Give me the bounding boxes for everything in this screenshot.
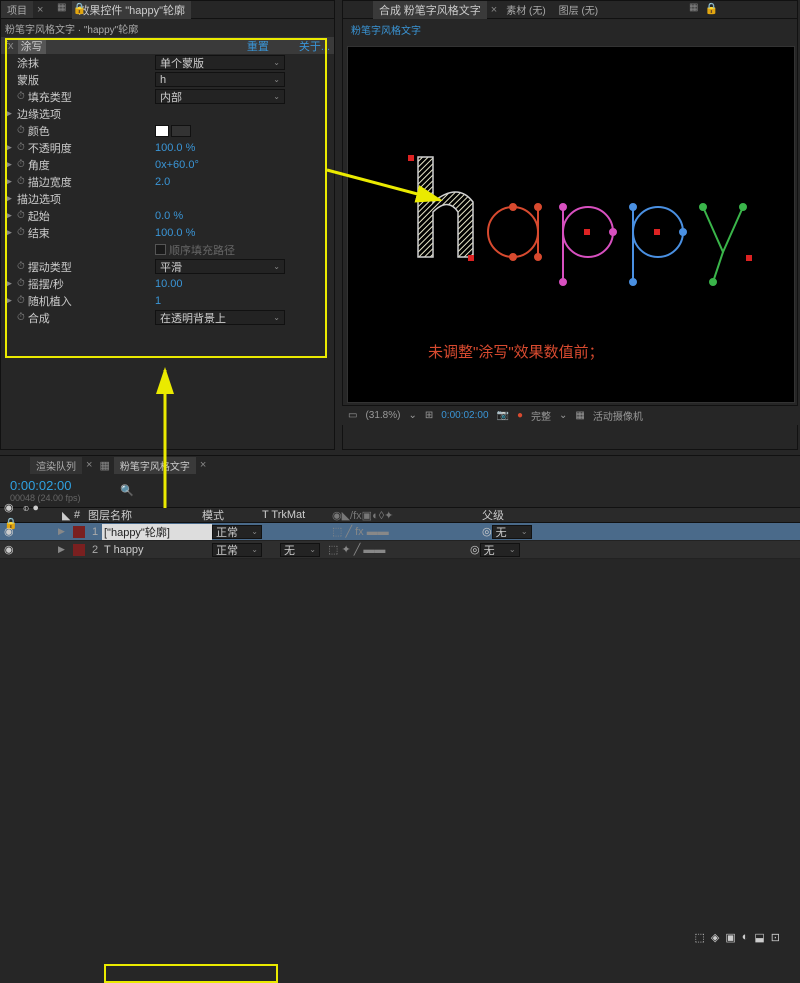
col-parent[interactable]: 父级 bbox=[478, 507, 508, 523]
happy-text-graphic bbox=[398, 147, 758, 287]
resolution-icon[interactable]: ⊞ bbox=[425, 410, 433, 421]
close-icon[interactable]: × bbox=[34, 4, 46, 16]
layer-1-mode[interactable]: 正常⌄ bbox=[212, 525, 262, 539]
comp-breadcrumb[interactable]: 粉笔字风格文字 bbox=[343, 19, 797, 40]
magnify-icon[interactable]: ▭ bbox=[348, 410, 357, 421]
tab-composition[interactable]: 合成 粉笔字风格文字 bbox=[373, 1, 487, 19]
prop-end[interactable]: ▶⏱结束100.0 % bbox=[1, 224, 334, 241]
comp-tab-bar: ▦ 🔒 合成 粉笔字风格文字 × 素材 (无) 图层 (无) bbox=[343, 1, 797, 19]
timeline-toolbar-icons: ⬚ ◈ ▣ ◐ ⬓ ⊡ bbox=[694, 931, 780, 944]
prop-brush[interactable]: 涂抹单个蒙版⌄ bbox=[1, 54, 334, 71]
mask-select[interactable]: h⌄ bbox=[155, 72, 285, 87]
prop-start[interactable]: ▶⏱起始0.0 % bbox=[1, 207, 334, 224]
prop-edge-options[interactable]: ▶边缘选项 bbox=[1, 105, 334, 122]
fill-type-select[interactable]: 内部⌄ bbox=[155, 89, 285, 104]
layer-2-name[interactable]: T happy bbox=[102, 544, 212, 556]
tab-effect-controls[interactable]: 效果控件 "happy"轮廓 bbox=[72, 1, 191, 19]
close-icon[interactable]: × bbox=[197, 459, 209, 471]
layer-row-2[interactable]: ◉ ▶2 T happy 正常⌄ 无⌄ ⬚ ✦ ╱ ▬▬ ◎ 无⌄ bbox=[0, 541, 800, 559]
highlight-layer-box bbox=[104, 964, 278, 983]
random-seed-value[interactable]: 1 bbox=[155, 295, 161, 307]
about-link[interactable]: 关于... bbox=[299, 38, 330, 54]
composition-preview[interactable]: 未调整"涂写"效果数值前； bbox=[347, 46, 795, 403]
prop-stroke-options[interactable]: ▶描边选项 bbox=[1, 190, 334, 207]
effect-name: 涂写 bbox=[18, 38, 46, 54]
layer-2-mode[interactable]: 正常⌄ bbox=[212, 543, 262, 557]
prop-composite[interactable]: ⏱合成在透明背景上⌄ bbox=[1, 309, 334, 326]
snapshot-icon[interactable]: 📷 bbox=[497, 410, 509, 421]
reset-link[interactable]: 重置 bbox=[247, 38, 269, 54]
layer-2-parent[interactable]: 无⌄ bbox=[480, 543, 520, 557]
close-icon[interactable]: × bbox=[488, 4, 500, 16]
col-mode[interactable]: 模式 bbox=[198, 507, 258, 523]
tab-project[interactable]: 项目 bbox=[1, 1, 33, 18]
col-label[interactable]: ◣ bbox=[58, 509, 70, 522]
search-icon[interactable]: 🔍 bbox=[120, 484, 134, 497]
layer-1-parent[interactable]: 无⌄ bbox=[492, 525, 532, 539]
prop-wiggles-sec[interactable]: ▶⏱摇摆/秒10.00 bbox=[1, 275, 334, 292]
brush-select[interactable]: 单个蒙版⌄ bbox=[155, 55, 285, 70]
tool-icon[interactable]: ⊡ bbox=[771, 931, 780, 944]
wiggles-sec-value[interactable]: 10.00 bbox=[155, 278, 183, 290]
prop-random-seed[interactable]: ▶⏱随机植入1 bbox=[1, 292, 334, 309]
tool-icon[interactable]: ▣ bbox=[725, 931, 735, 944]
timeline-panel: 渲染队列 × ▦ 粉笔字风格文字 × 0:00:02:00 00048 (24.… bbox=[0, 455, 800, 545]
comp-footer: ▭ (31.8%) ⌄ ⊞ 0:00:02:00 📷 ● 完整 ⌄ ▦ 活动摄像… bbox=[342, 405, 798, 425]
timeline-tab-bar: 渲染队列 × ▦ 粉笔字风格文字 × bbox=[0, 456, 800, 474]
comp-panel-icons: ▦ 🔒 bbox=[689, 2, 721, 15]
quality-label[interactable]: 完整 bbox=[531, 408, 551, 423]
effect-title-row[interactable]: fx 涂写 重置 关于... bbox=[1, 37, 334, 54]
layer-2-trkmat[interactable]: 无⌄ bbox=[280, 543, 320, 557]
panel-icons: ▦ 🔒 bbox=[57, 2, 89, 15]
prop-stroke-width[interactable]: ▶⏱描边宽度2.0 bbox=[1, 173, 334, 190]
color-swatch[interactable] bbox=[155, 125, 169, 137]
col-layer-name[interactable]: 图层名称 bbox=[84, 507, 198, 523]
footer-time[interactable]: 0:00:02:00 bbox=[441, 410, 488, 421]
end-value[interactable]: 100.0 % bbox=[155, 227, 195, 239]
effect-breadcrumb: 粉笔字风格文字 · "happy"轮廓 bbox=[1, 19, 334, 37]
close-icon[interactable]: × bbox=[83, 459, 95, 471]
tool-icon[interactable]: ⬚ bbox=[694, 931, 704, 944]
tab-layer[interactable]: 图层 (无) bbox=[553, 1, 604, 18]
prop-opacity[interactable]: ▶⏱不透明度100.0 % bbox=[1, 139, 334, 156]
composite-select[interactable]: 在透明背景上⌄ bbox=[155, 310, 285, 325]
prop-wiggle-type[interactable]: ⏱摆动类型平滑⌄ bbox=[1, 258, 334, 275]
prop-seq-fill[interactable]: 顺序填充路径 bbox=[1, 241, 334, 258]
opacity-value[interactable]: 100.0 % bbox=[155, 142, 195, 154]
col-trkmat[interactable]: T TrkMat bbox=[258, 509, 328, 521]
effect-controls-panel: 项目 × ▦ 🔒 效果控件 "happy"轮廓 粉笔字风格文字 · "happy… bbox=[0, 0, 335, 450]
prop-angle[interactable]: ▶⏱角度0x+60.0° bbox=[1, 156, 334, 173]
channel-icon[interactable]: ● bbox=[517, 410, 523, 421]
checkbox[interactable] bbox=[155, 244, 166, 255]
prop-fill-type[interactable]: ⏱填充类型内部⌄ bbox=[1, 88, 334, 105]
wiggle-type-select[interactable]: 平滑⌄ bbox=[155, 259, 285, 274]
layer-1-name[interactable]: ["happy"轮廓] bbox=[102, 524, 212, 540]
tool-icon[interactable]: ◈ bbox=[711, 931, 719, 944]
prop-color[interactable]: ⏱颜色 bbox=[1, 122, 334, 139]
tab-footage[interactable]: 素材 (无) bbox=[500, 1, 551, 18]
prop-mask[interactable]: 蒙版h⌄ bbox=[1, 71, 334, 88]
effect-tab-bar: 项目 × ▦ 🔒 效果控件 "happy"轮廓 bbox=[1, 1, 334, 19]
tool-icon[interactable]: ⬓ bbox=[754, 931, 764, 944]
grid-icon[interactable]: ▦ bbox=[575, 410, 584, 421]
preview-caption: 未调整"涂写"效果数值前； bbox=[428, 341, 604, 362]
eyedropper-icon[interactable] bbox=[171, 125, 191, 137]
stroke-width-value[interactable]: 2.0 bbox=[155, 176, 170, 188]
camera-select[interactable]: 活动摄像机 bbox=[593, 408, 643, 423]
tool-icon[interactable]: ◐ bbox=[742, 931, 749, 944]
timeline-columns-header: ◉ �စ ● 🔒 ◣ # 图层名称 模式 T TrkMat ◉◣/fx▣◐◊✦ … bbox=[0, 507, 800, 523]
layer-row-1[interactable]: ◉ ▶1 ["happy"轮廓] 正常⌄ ⬚ ╱ fx ▬▬ ◎ 无⌄ bbox=[0, 523, 800, 541]
tab-comp-timeline[interactable]: 粉笔字风格文字 bbox=[114, 457, 196, 474]
zoom-value[interactable]: (31.8%) bbox=[365, 410, 400, 421]
tab-target: "happy"轮廓 bbox=[125, 5, 185, 17]
tab-render-queue[interactable]: 渲染队列 bbox=[30, 457, 82, 474]
start-value[interactable]: 0.0 % bbox=[155, 210, 183, 222]
angle-value[interactable]: 0x+60.0° bbox=[155, 159, 199, 171]
